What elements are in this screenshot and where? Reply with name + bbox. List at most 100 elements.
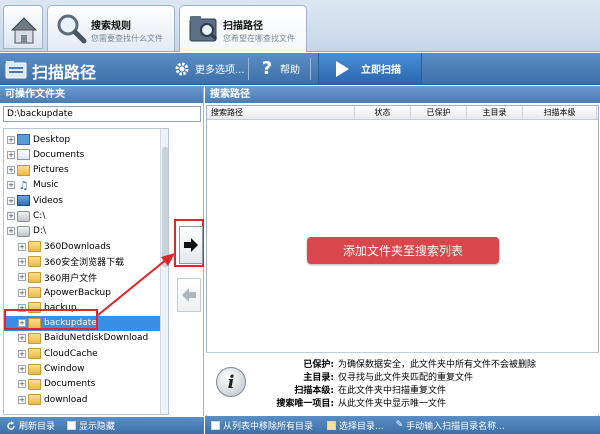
- refresh-directory-label: 刷新目录: [19, 422, 56, 432]
- refresh-icon: [7, 420, 15, 430]
- help-button[interactable]: ? 帮助: [258, 53, 300, 84]
- expand-toggle-icon[interactable]: +: [18, 257, 26, 266]
- tree-item[interactable]: + Videos: [4, 193, 63, 208]
- expand-toggle-icon[interactable]: +: [7, 196, 15, 205]
- column-header-protected[interactable]: 已保护: [411, 106, 467, 119]
- expand-toggle-icon[interactable]: +: [18, 380, 26, 389]
- tree-item[interactable]: + Documents: [4, 377, 95, 392]
- tree-item[interactable]: + ♫ Music: [4, 178, 59, 193]
- tree-item-label: 360用户文件: [44, 273, 98, 284]
- show-hidden-toggle[interactable]: 显示隐藏: [67, 419, 115, 432]
- expand-toggle-icon[interactable]: +: [7, 181, 15, 190]
- tab-scan-path[interactable]: 扫描路径 您希望在哪查找文件: [179, 5, 307, 52]
- tree-item[interactable]: + CloudCache: [4, 346, 98, 361]
- select-directory-button[interactable]: 选择目录...: [327, 419, 384, 432]
- home-icon: [10, 17, 38, 44]
- show-hidden-checkbox[interactable]: [67, 421, 77, 430]
- legend-info-box: i 已保护: 为确保数据安全，此文件夹中所有文件不会被删除主目录: 仅寻找与此文件夹…: [206, 352, 599, 415]
- tree-item-label: Desktop: [33, 134, 71, 145]
- selected-folder-highlight: [4, 309, 98, 330]
- manual-input-directory-label: 手动输入扫描目录名称...: [406, 421, 505, 432]
- arrow-right-icon: [184, 238, 198, 252]
- expand-toggle-icon[interactable]: +: [7, 166, 15, 175]
- folder-small-icon: [327, 420, 337, 430]
- expand-toggle-icon[interactable]: +: [18, 242, 26, 251]
- tree-item[interactable]: + C:\: [4, 209, 45, 224]
- folder-icon: [28, 241, 41, 253]
- tree-item[interactable]: + download: [4, 392, 88, 407]
- help-label: 帮助: [280, 65, 300, 76]
- tree-item-label: download: [44, 394, 88, 405]
- remove-from-search-list-button[interactable]: [177, 278, 201, 312]
- expand-toggle-icon[interactable]: +: [18, 288, 26, 297]
- more-options-button[interactable]: 更多选项...: [173, 53, 245, 84]
- current-path-field[interactable]: D:\backupdate: [3, 106, 201, 122]
- expand-toggle-icon[interactable]: +: [18, 349, 26, 358]
- pencil-icon: ✎: [395, 420, 404, 430]
- expand-toggle-icon[interactable]: +: [18, 334, 26, 343]
- add-folder-hint: 添加文件夹至搜索列表: [307, 237, 499, 264]
- tab-search-rules-title: 搜索规则: [91, 21, 131, 32]
- tree-item[interactable]: + Cwindow: [4, 362, 84, 377]
- header-bar: 扫描路径 更多选项... ? 帮助 立即扫描: [0, 53, 600, 85]
- home-tab[interactable]: [3, 5, 43, 49]
- column-header-status[interactable]: 状态: [355, 106, 411, 119]
- tree-item[interactable]: +360用户文件: [4, 270, 97, 285]
- tree-item[interactable]: + Desktop: [4, 132, 70, 147]
- drive-icon: [17, 210, 30, 222]
- pictures-icon: [17, 164, 30, 176]
- page-title: 扫描路径: [32, 63, 97, 82]
- select-directory-label: 选择目录...: [339, 421, 384, 432]
- magnifier-icon: [57, 14, 87, 44]
- desktop-icon: [17, 134, 30, 145]
- info-icon: i: [216, 367, 246, 397]
- add-to-search-list-button[interactable]: [179, 226, 203, 264]
- column-header-master[interactable]: 主目录: [467, 106, 523, 119]
- folder-icon: [28, 348, 41, 360]
- annotation-arrow: [97, 253, 175, 316]
- legend-row: 搜索唯一项目: 从此文件夹中显示唯一文件: [256, 396, 447, 409]
- folder-icon: [28, 378, 41, 390]
- play-icon: [333, 60, 351, 78]
- scan-now-button[interactable]: 立即扫描: [318, 53, 422, 84]
- music-icon: ♫: [18, 178, 29, 192]
- gear-icon: [173, 60, 191, 78]
- operable-folders-title: 可操作文件夹: [0, 86, 203, 103]
- add-to-list-highlight: [174, 219, 204, 267]
- documents-icon: [17, 149, 30, 161]
- manual-input-directory-button[interactable]: ✎ 手动输入扫描目录名称...: [396, 419, 505, 432]
- expand-toggle-icon[interactable]: +: [18, 395, 26, 404]
- folder-icon: [28, 332, 41, 344]
- legend-value: 仅寻找与此文件夹匹配的重复文件: [338, 373, 474, 383]
- legend-value: 从此文件夹中显示唯一文件: [338, 399, 447, 409]
- expand-toggle-icon[interactable]: +: [18, 365, 26, 373]
- legend-key: 主目录:: [303, 373, 334, 383]
- remove-all-directories-button[interactable]: 从列表中移除所有目录: [211, 419, 313, 432]
- legend-value: 在此文件夹中扫描重复文件: [338, 386, 447, 396]
- tree-item[interactable]: + Pictures: [4, 163, 69, 178]
- expand-toggle-icon[interactable]: +: [7, 135, 15, 144]
- tree-item-label: Cwindow: [44, 364, 85, 374]
- column-header-search-path[interactable]: 搜索路径: [207, 106, 355, 119]
- folder-icon: [28, 394, 41, 406]
- expand-toggle-icon[interactable]: +: [7, 212, 15, 220]
- search-paths-header: 搜索路径 状态 已保护 主目录 扫描本级: [207, 106, 598, 120]
- question-icon: ?: [261, 58, 273, 79]
- tree-item-label: Documents: [44, 379, 96, 390]
- expand-toggle-icon[interactable]: +: [18, 273, 26, 282]
- drive-icon: [17, 225, 30, 237]
- column-header-scan-level[interactable]: 扫描本级: [523, 106, 597, 119]
- refresh-directory-button[interactable]: 刷新目录: [6, 419, 55, 432]
- legend-row: 已保护: 为确保数据安全，此文件夹中所有文件不会被删除: [256, 357, 536, 370]
- right-bottom-toolbar: 从列表中移除所有目录 选择目录... ✎ 手动输入扫描目录名称...: [205, 416, 600, 434]
- tab-search-rules-subtitle: 您需要查找什么文件: [91, 34, 163, 43]
- tree-item[interactable]: + Documents: [4, 147, 84, 162]
- expand-toggle-icon[interactable]: +: [7, 150, 15, 159]
- show-hidden-label: 显示隐藏: [79, 422, 116, 432]
- tree-item[interactable]: + D:\: [4, 224, 46, 239]
- expand-toggle-icon[interactable]: +: [7, 227, 15, 236]
- scan-path-header-icon: [5, 61, 27, 79]
- tree-item[interactable]: + BaiduNetdiskDownload: [4, 331, 148, 346]
- tree-item-label: D:\: [33, 226, 46, 237]
- tab-search-rules[interactable]: 搜索规则 您需要查找什么文件: [47, 5, 175, 51]
